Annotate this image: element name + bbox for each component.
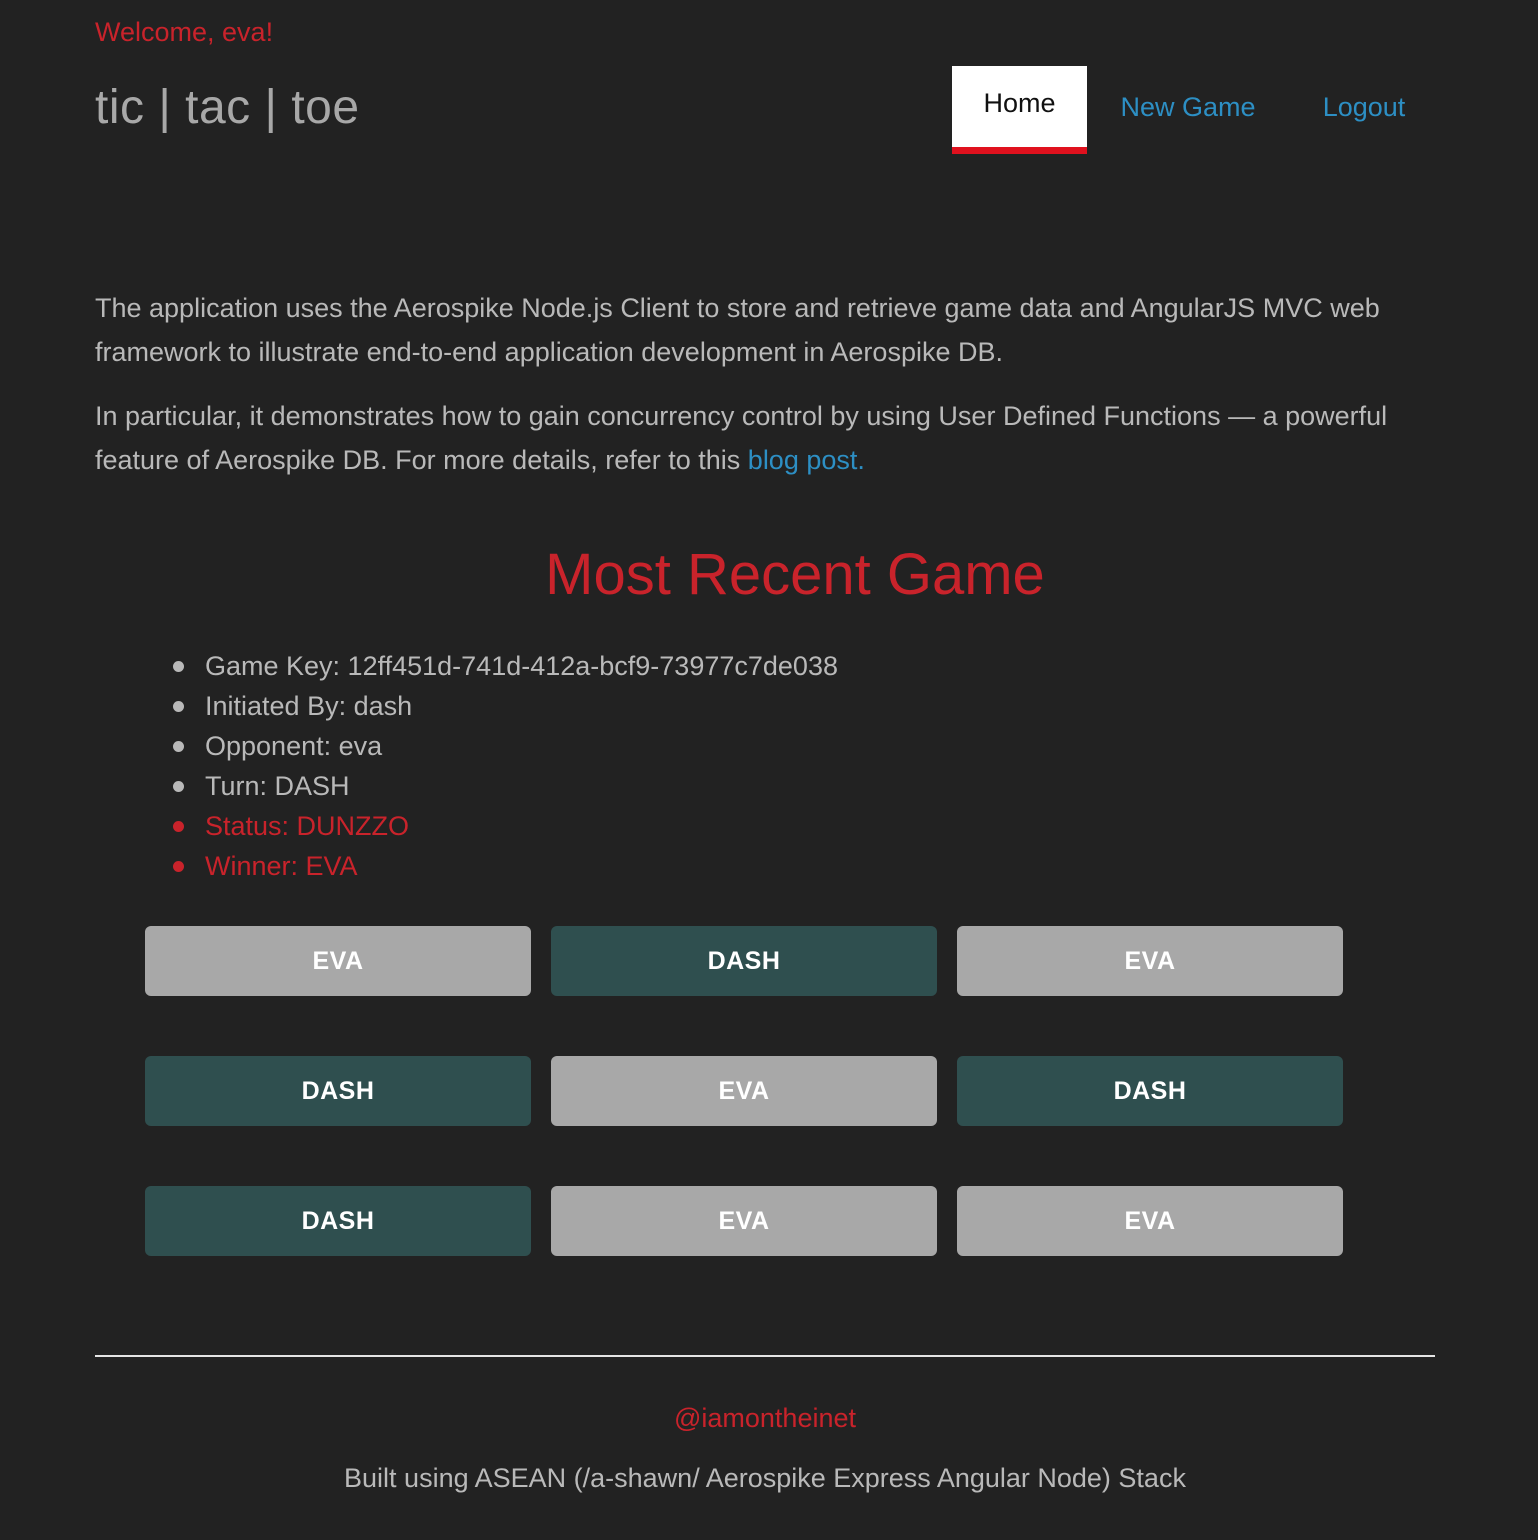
- board-cell[interactable]: EVA: [145, 926, 531, 996]
- nav-home[interactable]: Home: [952, 66, 1087, 154]
- game-details-list: Game Key: 12ff451d-741d-412a-bcf9-73977c…: [173, 646, 838, 886]
- footer-divider: [95, 1355, 1435, 1357]
- detail-status: Status: DUNZZO: [173, 806, 838, 846]
- intro-text: The application uses the Aerospike Node.…: [95, 286, 1435, 502]
- welcome-message: Welcome, eva!: [95, 17, 274, 47]
- board-cell[interactable]: DASH: [145, 1056, 531, 1126]
- board-cell[interactable]: DASH: [145, 1186, 531, 1256]
- brand-title[interactable]: tic | tac | toe: [95, 78, 360, 138]
- most-recent-game-title: Most Recent Game: [545, 542, 1045, 607]
- board-cell[interactable]: EVA: [957, 926, 1343, 996]
- board-cell[interactable]: DASH: [957, 1056, 1343, 1126]
- nav-new-game[interactable]: New Game: [1087, 66, 1289, 148]
- board-cell[interactable]: EVA: [551, 1186, 937, 1256]
- blog-post-link[interactable]: blog post.: [748, 445, 865, 475]
- detail-turn: Turn: DASH: [173, 766, 838, 806]
- nav-logout[interactable]: Logout: [1289, 66, 1439, 148]
- twitter-handle-link[interactable]: @iamontheinet: [0, 1400, 1530, 1436]
- intro-paragraph-1: The application uses the Aerospike Node.…: [95, 293, 1380, 367]
- detail-game-key: Game Key: 12ff451d-741d-412a-bcf9-73977c…: [173, 646, 838, 686]
- board-cell[interactable]: EVA: [551, 1056, 937, 1126]
- main-nav: Home New Game Logout: [952, 66, 1439, 154]
- board-cell[interactable]: EVA: [957, 1186, 1343, 1256]
- built-with-text: Built using ASEAN (/a-shawn/ Aerospike E…: [344, 1463, 1186, 1493]
- page: Welcome, eva! tic | tac | toe Home New G…: [0, 0, 1538, 1540]
- game-board: EVA DASH EVA DASH EVA DASH DASH EVA EVA: [145, 926, 1343, 1256]
- intro-paragraph-2-text: In particular, it demonstrates how to ga…: [95, 401, 1388, 475]
- intro-paragraph-2: In particular, it demonstrates how to ga…: [95, 394, 1435, 482]
- detail-opponent: Opponent: eva: [173, 726, 838, 766]
- board-cell[interactable]: DASH: [551, 926, 937, 996]
- detail-initiated-by: Initiated By: dash: [173, 686, 838, 726]
- detail-winner: Winner: EVA: [173, 846, 838, 886]
